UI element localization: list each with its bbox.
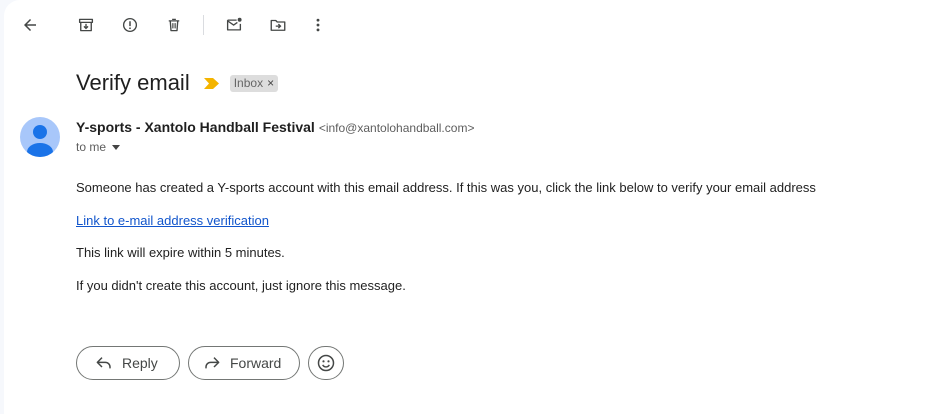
email-subject: Verify email <box>76 70 190 95</box>
forward-icon <box>204 356 220 370</box>
recipient-text: to me <box>76 140 107 154</box>
move-to-icon[interactable] <box>260 7 296 43</box>
report-spam-icon[interactable] <box>112 7 148 43</box>
smiley-icon <box>316 353 336 373</box>
label-chip-inbox: Inbox × <box>229 74 279 92</box>
back-arrow-icon[interactable] <box>12 7 48 43</box>
body-line-1: Someone has created a Y-sports account w… <box>76 180 816 195</box>
delete-icon[interactable] <box>156 7 192 43</box>
subject-row: Verify email Inbox × <box>76 68 279 98</box>
sender-name[interactable]: Y-sports - Xantolo Handball Festival <box>76 119 315 135</box>
toolbar <box>4 0 942 50</box>
verification-link[interactable]: Link to e-mail address verification <box>76 213 269 228</box>
body-line-2: This link will expire within 5 minutes. <box>76 245 285 260</box>
reply-button[interactable]: Reply <box>76 346 180 380</box>
archive-icon[interactable] <box>68 7 104 43</box>
importance-marker-icon[interactable] <box>203 76 220 90</box>
recipient-details-toggle[interactable]: to me <box>76 139 121 155</box>
forward-button[interactable]: Forward <box>188 346 300 380</box>
more-vert-icon[interactable] <box>300 7 336 43</box>
chevron-down-icon <box>112 144 121 150</box>
mark-unread-icon[interactable] <box>216 7 252 43</box>
reply-icon <box>96 356 112 370</box>
body-line-3: If you didn't create this account, just … <box>76 278 406 293</box>
toolbar-divider <box>203 15 204 35</box>
avatar[interactable] <box>20 117 60 157</box>
reply-label: Reply <box>122 355 158 371</box>
email-view: Verify email Inbox × Y-sports - Xantolo … <box>4 0 942 414</box>
emoji-reaction-button[interactable] <box>308 346 344 380</box>
remove-label-button[interactable]: × <box>267 75 274 92</box>
sender-row: Y-sports - Xantolo Handball Festival <in… <box>76 119 474 137</box>
sender-email: <info@xantolohandball.com> <box>318 121 475 135</box>
forward-label: Forward <box>230 355 282 371</box>
label-chip-text: Inbox <box>233 75 264 90</box>
